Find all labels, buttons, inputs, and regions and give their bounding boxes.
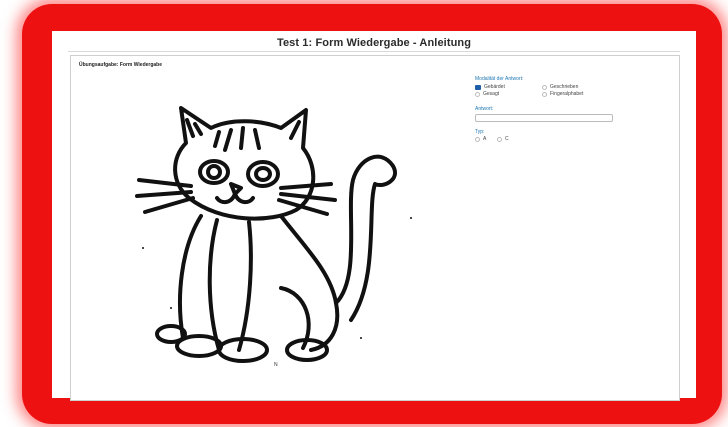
radio-icon[interactable] — [542, 84, 547, 90]
modality-option-geschrieben[interactable]: Geschrieben — [542, 84, 578, 90]
modality-label: Modalität der Antwort: — [475, 76, 524, 82]
option-label: Geschrieben — [550, 84, 579, 90]
modality-option-gebaerdet[interactable]: Gebärdet — [475, 84, 505, 90]
answer-label: Antwort: — [475, 106, 494, 112]
option-label: Fingeralphabet — [550, 91, 584, 97]
title-divider — [68, 51, 680, 52]
radio-icon[interactable] — [475, 91, 480, 97]
type-option-c[interactable]: C — [497, 136, 509, 142]
modality-option-fingeralphabet[interactable]: Fingeralphabet — [542, 91, 583, 97]
answer-input[interactable] — [475, 114, 613, 122]
type-label: Typ: — [475, 129, 485, 135]
cat-drawing-icon — [135, 106, 412, 363]
option-label: A — [483, 136, 487, 142]
option-label: Gebärdet — [484, 84, 505, 90]
option-label: Gesagt — [483, 91, 500, 97]
checkbox-checked-icon[interactable] — [475, 84, 481, 90]
task-label: Übungsaufgabe: Form Wiedergabe — [79, 62, 163, 68]
image-caption: N — [274, 362, 278, 368]
modality-option-gesagt[interactable]: Gesagt — [475, 91, 499, 97]
option-label: C — [505, 136, 509, 142]
page-title: Test 1: Form Wiedergabe - Anleitung — [276, 37, 472, 49]
radio-icon[interactable] — [475, 136, 480, 142]
task-panel: Übungsaufgabe: Form Wiedergabe N Modalit… — [70, 55, 680, 401]
radio-icon[interactable] — [542, 91, 547, 97]
test-window: Test 1: Form Wiedergabe - Anleitung Übun… — [52, 31, 696, 401]
radio-icon[interactable] — [497, 136, 502, 142]
type-option-a[interactable]: A — [475, 136, 486, 142]
